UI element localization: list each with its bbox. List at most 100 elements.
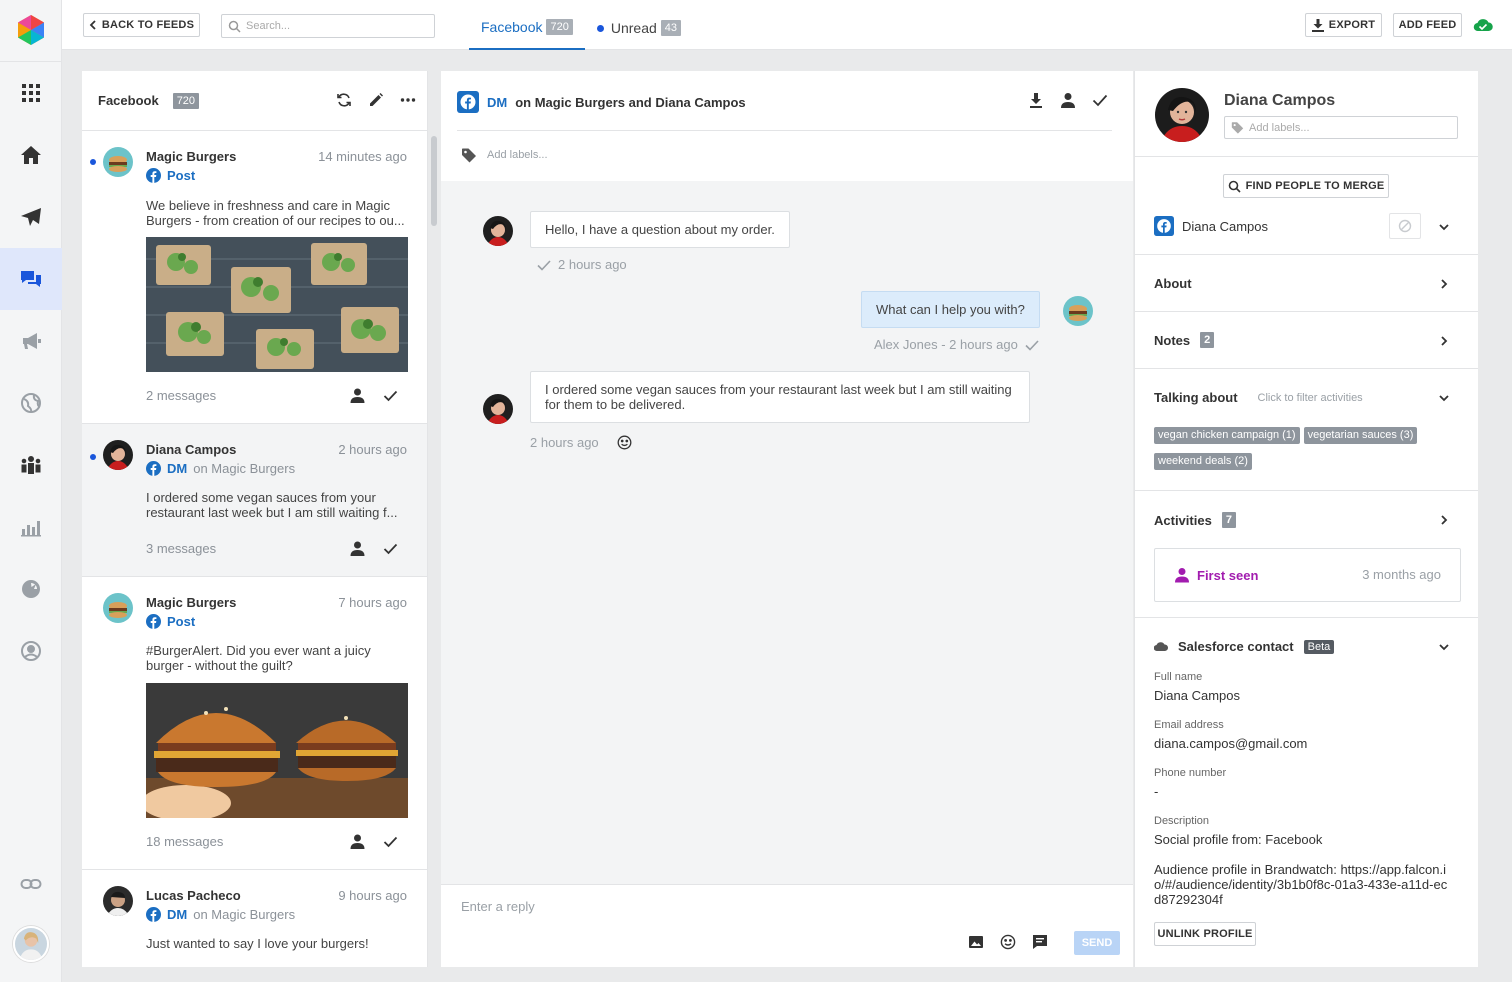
nav-audience[interactable] (0, 434, 62, 496)
grid-icon (22, 84, 40, 102)
search-box[interactable] (221, 14, 435, 38)
nav-engage[interactable] (0, 248, 62, 310)
export-button[interactable]: EXPORT (1305, 13, 1382, 37)
topic-tag[interactable]: vegan chicken campaign (1) (1154, 427, 1300, 444)
search-icon (228, 20, 241, 33)
chevron-down-icon[interactable] (1437, 640, 1451, 654)
unread-dot (90, 454, 96, 460)
chevron-right-icon (1441, 336, 1448, 346)
back-to-feeds-button[interactable]: BACK TO FEEDS (83, 13, 200, 37)
about-section[interactable]: About (1135, 254, 1478, 311)
assign-user-icon[interactable] (349, 833, 366, 850)
bar-chart-icon (21, 521, 41, 537)
check-icon[interactable] (382, 540, 399, 557)
unlink-profile-button[interactable]: UNLINK PROFILE (1154, 922, 1256, 946)
conversation-labels[interactable]: Add labels... (461, 147, 548, 163)
search-icon (1228, 180, 1241, 193)
customer-avatar (483, 216, 513, 246)
salesforce-cloud-icon (1154, 642, 1168, 652)
facebook-icon (146, 168, 161, 183)
check-icon[interactable] (1091, 91, 1109, 109)
beta-badge: Beta (1303, 639, 1335, 654)
tab-count: 720 (546, 19, 573, 35)
unread-dot (596, 24, 604, 32)
refresh-icon[interactable] (335, 91, 353, 109)
send-button[interactable]: SEND (1074, 931, 1120, 955)
unread-dot (90, 159, 96, 165)
feed-list-panel: Facebook 720 Magic Burgers 14 minutes ag… (82, 71, 428, 967)
topic-tags: vegan chicken campaign (1) vegetarian sau… (1154, 426, 1454, 478)
feed-scrollbar[interactable] (431, 136, 437, 226)
brand-avatar (103, 147, 133, 177)
home-icon (21, 146, 41, 164)
assign-user-icon[interactable] (1059, 91, 1077, 109)
topic-tag[interactable]: vegetarian sauces (3) (1303, 427, 1418, 444)
topic-tag[interactable]: weekend deals (2) (1154, 453, 1252, 470)
add-feed-button[interactable]: ADD FEED (1393, 13, 1462, 37)
nav-listen[interactable] (0, 372, 62, 434)
falcon-logo-icon[interactable] (16, 14, 46, 46)
profile-labels-input[interactable]: Add labels... (1224, 116, 1458, 139)
post-text: #BurgerAlert. Did you ever want a juicy … (146, 643, 371, 673)
nav-home[interactable] (0, 124, 62, 186)
image-icon[interactable] (968, 934, 984, 950)
tab-count: 43 (660, 20, 682, 36)
check-icon[interactable] (382, 833, 399, 850)
more-icon[interactable] (399, 91, 417, 109)
facebook-icon (146, 614, 161, 629)
nav-link[interactable] (0, 853, 62, 915)
message-meta: 2 hours ago (530, 435, 632, 450)
nav-measure[interactable] (0, 496, 62, 558)
facebook-square-icon (457, 91, 479, 113)
reply-input[interactable] (461, 899, 1101, 923)
block-button[interactable] (1389, 213, 1421, 239)
emoji-icon[interactable] (617, 435, 632, 450)
nav-apps[interactable] (0, 62, 62, 124)
saved-reply-icon[interactable] (1032, 934, 1048, 950)
talking-about-section: Talking about Click to filter activities… (1135, 368, 1478, 490)
post-image[interactable] (146, 237, 408, 372)
feed-tabs: Facebook 720 Unread 43 (469, 0, 693, 50)
download-icon[interactable] (1027, 91, 1045, 109)
find-people-to-merge-button[interactable]: FIND PEOPLE TO MERGE (1223, 174, 1389, 198)
emoji-icon[interactable] (1000, 934, 1016, 950)
chevron-down-icon[interactable] (1437, 220, 1451, 234)
tab-unread[interactable]: Unread 43 (585, 0, 693, 50)
top-bar: BACK TO FEEDS Facebook 720 Unread 43 EXP… (62, 0, 1512, 50)
activity-first-seen[interactable]: First seen 3 months ago (1154, 548, 1461, 602)
nav-dashboard[interactable] (0, 558, 62, 620)
search-input[interactable] (246, 20, 426, 32)
facebook-icon (146, 907, 161, 922)
profile-avatar (1155, 88, 1209, 142)
edit-icon[interactable] (367, 91, 385, 109)
feed-item[interactable]: Magic Burgers 14 minutes ago Post We bel… (82, 131, 427, 424)
post-image[interactable] (146, 683, 408, 818)
cloud-sync-icon[interactable] (1473, 17, 1493, 33)
audience-profile-link[interactable]: Audience profile in Brandwatch: https://… (1154, 862, 1454, 907)
assign-user-icon[interactable] (349, 387, 366, 404)
profile-name: Diana Campos (1224, 92, 1336, 109)
block-icon (1398, 219, 1412, 233)
nav-publish[interactable] (0, 186, 62, 248)
facebook-icon (146, 461, 161, 476)
assign-user-icon[interactable] (349, 540, 366, 557)
tab-facebook[interactable]: Facebook 720 (469, 0, 585, 50)
user-avatar (103, 886, 133, 916)
feed-item-selected[interactable]: Diana Campos 2 hours ago DM on Magic Bur… (82, 424, 427, 577)
feed-item[interactable]: Magic Burgers 7 hours ago Post #BurgerAl… (82, 577, 427, 870)
conversation-header: DM on Magic Burgers and Diana Campos Add… (441, 71, 1133, 181)
notes-section[interactable]: Notes 2 (1135, 311, 1478, 368)
nav-cdp[interactable] (0, 620, 62, 682)
nav-advertise[interactable] (0, 310, 62, 372)
check-icon[interactable] (382, 387, 399, 404)
identity-section: FIND PEOPLE TO MERGE Diana Campos (1135, 156, 1478, 254)
chevron-down-icon[interactable] (1437, 391, 1451, 405)
send-icon (21, 208, 41, 226)
chevron-right-icon[interactable] (1437, 513, 1451, 527)
feed-title: Facebook (98, 93, 159, 108)
conversation-panel: DM on Magic Burgers and Diana Campos Add… (441, 71, 1133, 967)
user-avatar[interactable] (13, 926, 49, 962)
check-icon (1025, 339, 1039, 351)
feed-item[interactable]: Lucas Pacheco 9 hours ago DM on Magic Bu… (82, 870, 427, 967)
brand-avatar (103, 593, 133, 623)
